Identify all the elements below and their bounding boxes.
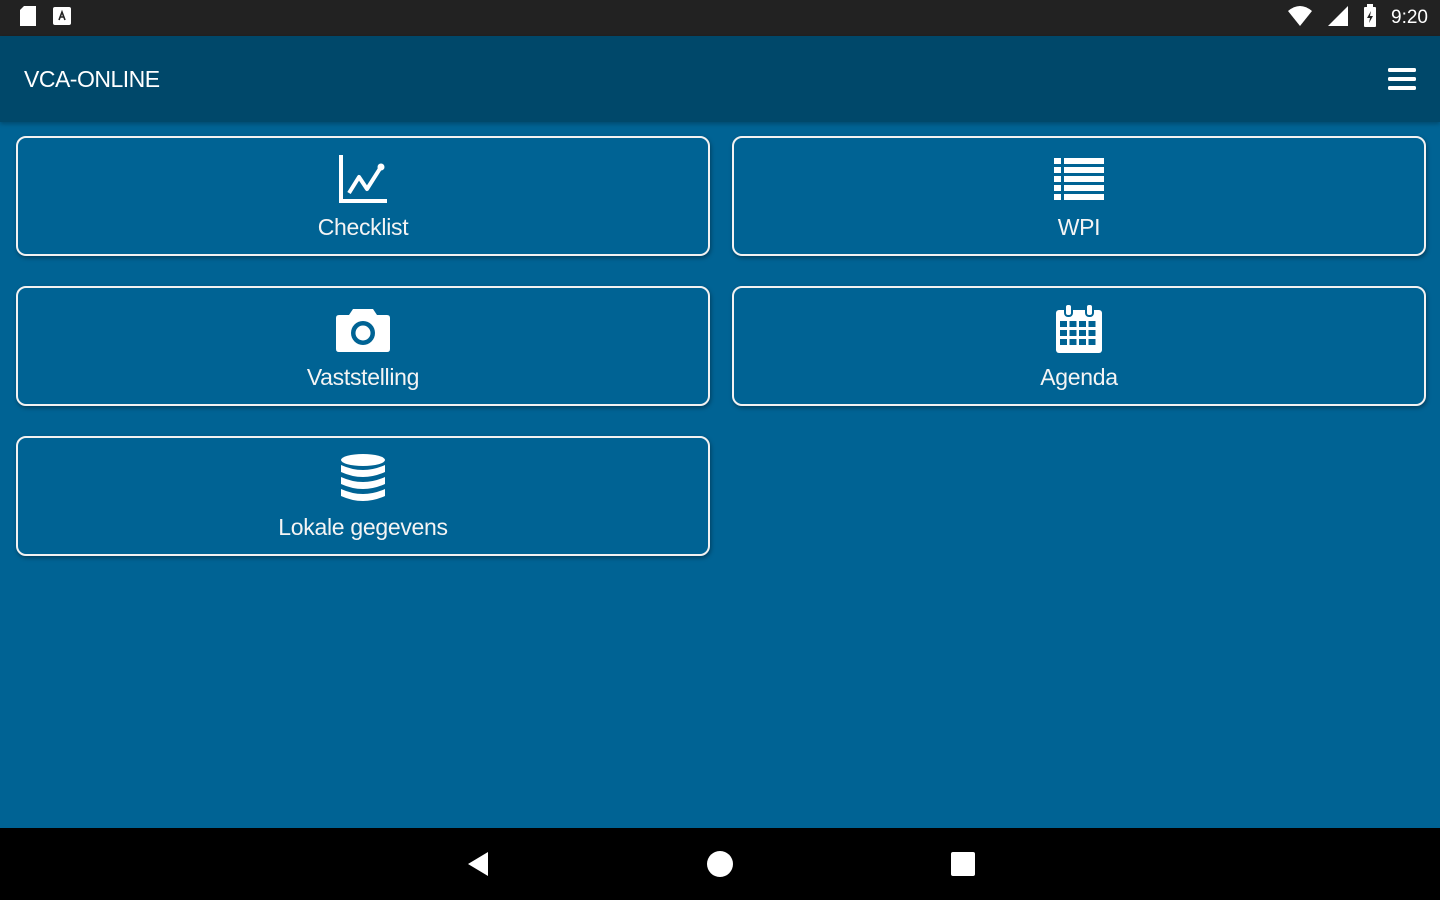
tile-label: Vaststelling xyxy=(306,363,420,390)
tile-agenda[interactable]: Agenda xyxy=(732,286,1426,406)
home-button[interactable] xyxy=(702,846,738,882)
tile-label: WPI xyxy=(1057,213,1101,240)
tile-wpi[interactable]: WPI xyxy=(732,136,1426,256)
tile-label: Agenda xyxy=(1040,363,1118,390)
recents-icon xyxy=(951,852,975,876)
hamburger-menu-icon xyxy=(1388,68,1416,90)
tile-label: Checklist xyxy=(317,213,409,240)
battery-icon xyxy=(1363,3,1377,33)
system-nav-bar xyxy=(0,828,1440,900)
camera-icon xyxy=(335,302,391,356)
tile-label: Lokale gegevens xyxy=(278,513,448,540)
list-icon xyxy=(1054,152,1104,206)
calendar-icon xyxy=(1054,302,1104,356)
app-bar: VCA-ONLINE xyxy=(0,36,1440,122)
line-chart-icon xyxy=(337,152,389,206)
home-icon xyxy=(707,851,733,877)
tile-checklist[interactable]: Checklist xyxy=(16,136,710,256)
cell-signal-icon xyxy=(1327,5,1349,32)
app-title: VCA-ONLINE xyxy=(24,65,160,92)
recents-button[interactable] xyxy=(945,846,981,882)
status-right-icons: 9:20 xyxy=(1287,3,1428,33)
sd-card-icon xyxy=(18,5,38,32)
back-button[interactable] xyxy=(460,846,496,882)
database-icon xyxy=(340,452,386,506)
status-time: 9:20 xyxy=(1391,7,1428,28)
menu-button[interactable] xyxy=(1386,63,1418,95)
back-icon xyxy=(468,852,488,876)
wifi-icon xyxy=(1287,5,1313,32)
status-left-icons xyxy=(18,5,72,32)
status-bar: 9:20 xyxy=(0,0,1440,36)
dashboard-tiles: Checklist WPI Vaststelling Agenda Lokale… xyxy=(0,122,1440,828)
tile-vaststelling[interactable]: Vaststelling xyxy=(16,286,710,406)
tile-lokale-gegevens[interactable]: Lokale gegevens xyxy=(16,436,710,556)
android-notification-icon xyxy=(52,6,72,31)
